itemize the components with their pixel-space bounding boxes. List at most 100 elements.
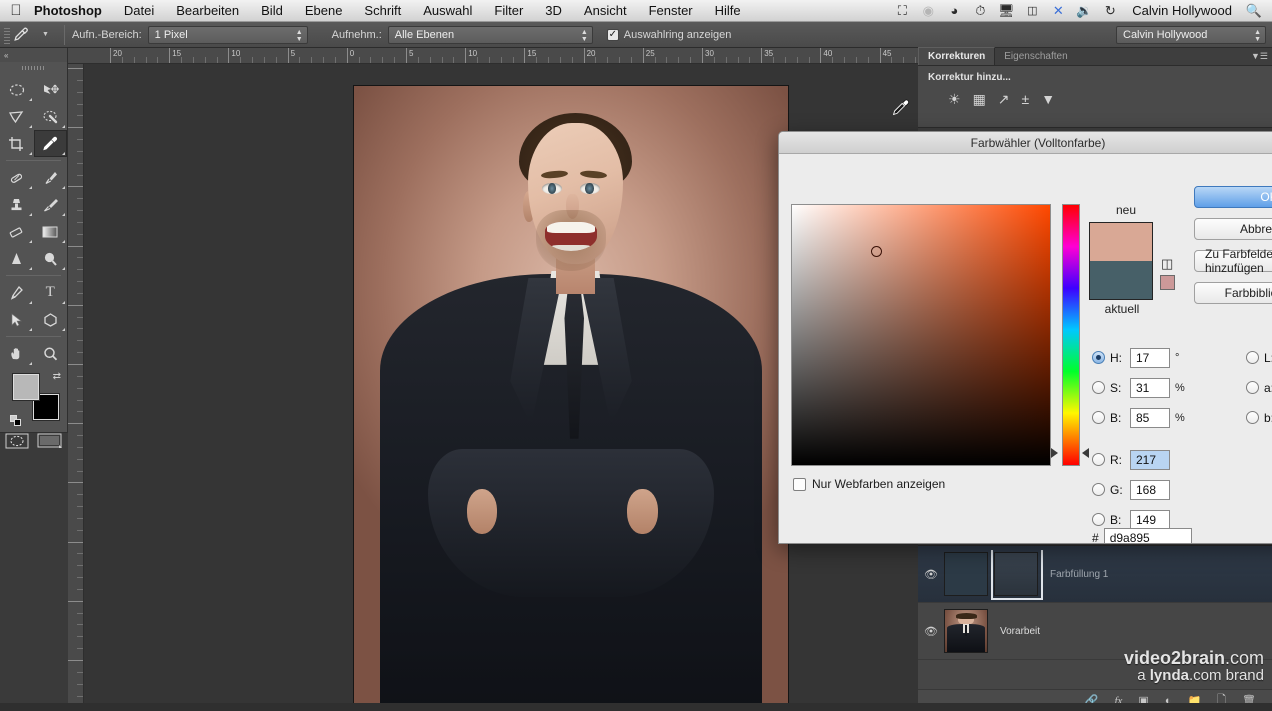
battery-icon[interactable]: ◫ [1020,0,1044,22]
green-input[interactable]: 168 [1130,480,1170,500]
lasso-tool[interactable] [0,103,34,130]
blur-tool[interactable] [0,245,34,272]
green-field[interactable]: G: 168 [1092,478,1187,501]
saturation-input[interactable]: 31 [1130,378,1170,398]
foreground-color-swatch[interactable] [12,373,40,401]
red-radio[interactable] [1092,453,1105,466]
path-selection-tool[interactable] [0,306,34,333]
document-canvas[interactable] [353,85,789,711]
tab-korrekturen[interactable]: Korrekturen [918,47,995,65]
menu-bild[interactable]: Bild [250,0,294,22]
color-libraries-button[interactable]: Farbbibliotheken [1194,282,1272,304]
current-color-swatch[interactable] [1090,261,1152,299]
dodge-tool[interactable] [34,245,68,272]
blue-radio[interactable] [1092,513,1105,526]
solid-fill-thumb[interactable] [944,552,988,596]
brightness-input[interactable]: 85 [1130,408,1170,428]
brightness-field[interactable]: B: 85 % [1092,406,1187,429]
brush-tool[interactable] [34,164,68,191]
menu-auswahl[interactable]: Auswahl [412,0,483,22]
hex-field[interactable]: # d9a895 [1092,528,1192,544]
crop-tool[interactable] [0,130,34,157]
curves-icon[interactable]: ↗ [998,91,1010,108]
move-tool[interactable] [34,76,68,103]
ok-button[interactable]: OK [1194,186,1272,208]
panel-menu-icon[interactable]: ▼☰ [1251,51,1268,62]
lab-b-field[interactable]: b: [1246,406,1272,429]
saturation-brightness-field[interactable] [791,204,1051,466]
quick-selection-tool[interactable] [34,103,68,130]
clone-stamp-tool[interactable] [0,191,34,218]
menu-ebene[interactable]: Ebene [294,0,354,22]
volume-icon[interactable]: 🔉 [1072,0,1096,22]
quick-mask-icon[interactable] [0,429,34,453]
new-color-swatch[interactable] [1090,223,1152,261]
hand-tool[interactable] [0,340,34,367]
tab-eigenschaften[interactable]: Eigenschaften [995,48,1076,65]
menu-fenster[interactable]: Fenster [638,0,704,22]
sample-size-select[interactable]: 1 Pixel ▲▼ [148,26,308,44]
web-only-checkbox[interactable]: Nur Webfarben anzeigen [793,477,945,491]
timemachine-icon[interactable]: ⏱ [968,0,992,22]
history-brush-tool[interactable] [34,191,68,218]
screen-mode-icon[interactable] [34,429,68,453]
swap-colors-icon[interactable]: ⇄ [53,371,61,382]
type-tool[interactable]: T [34,279,68,306]
sync-icon[interactable]: ↻ [1098,0,1122,22]
lab-a-field[interactable]: a: [1246,376,1272,399]
hue-radio[interactable] [1092,351,1105,364]
layer-mask-thumb[interactable] [994,552,1038,596]
menu-schrift[interactable]: Schrift [353,0,412,22]
display-icon[interactable]: 🖥 [994,0,1018,22]
search-icon[interactable]: 🔍 [1242,0,1266,22]
green-radio[interactable] [1092,483,1105,496]
bluetooth-off-icon[interactable]: ✕ [1046,0,1070,22]
layer-row[interactable]: 👁 Farbfüllung 1 [918,546,1272,603]
tool-preset-chevron-down-icon[interactable]: ▼ [42,31,49,38]
menubar-user-name[interactable]: Calvin Hollywood [1124,3,1240,18]
zoom-tool[interactable] [34,340,68,367]
healing-brush-tool[interactable] [0,164,34,191]
shape-tool[interactable] [34,306,68,333]
eject-icon[interactable]: ◉ [916,0,940,22]
brightness-contrast-icon[interactable]: ☀ [948,91,961,108]
menu-ansicht[interactable]: Ansicht [573,0,638,22]
screenshare-icon[interactable]: ⛶ [890,0,914,22]
add-to-swatches-button[interactable]: Zu Farbfeldern hinzufügen [1194,250,1272,272]
hue-slider-marker-left-icon[interactable] [1051,448,1058,458]
cancel-button[interactable]: Abbrechen [1194,218,1272,240]
gamut-warning-cube-icon[interactable]: ◫ [1161,256,1173,272]
eye-icon[interactable]: 👁 [918,625,944,638]
menu-3d[interactable]: 3D [534,0,573,22]
menu-datei[interactable]: Datei [113,0,165,22]
menu-hilfe[interactable]: Hilfe [704,0,752,22]
lab-l-field[interactable]: L: [1246,346,1272,369]
eraser-tool[interactable] [0,218,34,245]
collapse-left-icon[interactable]: « [0,48,67,62]
red-input[interactable]: 217 [1130,450,1170,470]
marquee-elliptical-tool[interactable] [0,76,34,103]
sv-cursor-ring[interactable] [871,246,882,257]
gradient-tool[interactable] [34,218,68,245]
options-bar-grip[interactable] [2,25,12,45]
hue-field[interactable]: H: 17 ° [1092,346,1187,369]
show-sampling-ring-checkbox[interactable]: ✓ Auswahlring anzeigen [607,29,732,41]
hex-input[interactable]: d9a895 [1104,528,1192,544]
wifi-icon[interactable]: ◕ [942,0,966,22]
sample-select[interactable]: Alle Ebenen ▲▼ [388,26,593,44]
hue-input[interactable]: 17 [1130,348,1170,368]
menu-bearbeiten[interactable]: Bearbeiten [165,0,250,22]
exposure-icon[interactable]: ± [1022,91,1030,108]
eyedropper-icon[interactable] [12,26,42,43]
blue-input[interactable]: 149 [1130,510,1170,530]
eye-icon[interactable]: 👁 [918,568,944,581]
web-safe-color-swatch[interactable] [1160,275,1175,290]
menu-filter[interactable]: Filter [483,0,534,22]
color-picker-dialog[interactable]: Farbwähler (Volltonfarbe) neu aktuell ◫ … [778,131,1272,544]
apple-icon[interactable]:  [0,3,32,18]
lab-l-radio[interactable] [1246,351,1259,364]
hue-slider[interactable] [1062,204,1080,466]
workspace-switcher[interactable]: Calvin Hollywood ▲▼ [1116,26,1266,44]
pen-tool[interactable] [0,279,34,306]
vibrance-icon[interactable]: ▼ [1041,91,1055,108]
